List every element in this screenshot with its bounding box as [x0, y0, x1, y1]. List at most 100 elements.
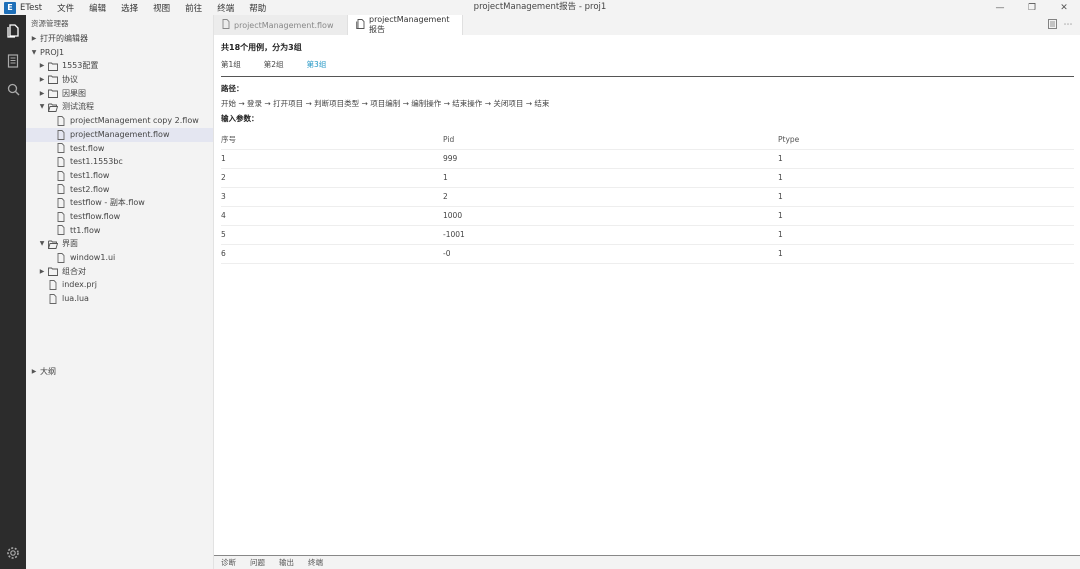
tree-file[interactable]: tt1.flow — [26, 224, 213, 238]
file-tree: ▶ 1553配置 ▶ 协议 ▶ 因果图 ▼ 测试流程 projectManagement cop… — [26, 59, 213, 305]
menu-go[interactable]: 前往 — [185, 2, 202, 14]
tree-item-label: test1.1553bc — [70, 157, 123, 167]
tree-item-label: lua.lua — [62, 294, 89, 304]
chevron-right-icon: ▶ — [39, 89, 45, 97]
more-actions-icon[interactable]: ⋯ — [1060, 20, 1076, 30]
folder-open-icon — [48, 102, 58, 112]
panel-tab-diagnostics[interactable]: 诊断 — [221, 557, 236, 568]
panel-tab-terminal[interactable]: 终端 — [308, 557, 323, 568]
menu-edit[interactable]: 编辑 — [89, 2, 106, 14]
tree-file[interactable]: testflow.flow — [26, 210, 213, 224]
column-header-ptype: Ptype — [778, 130, 1074, 150]
tab-projectmanagement-report[interactable]: projectManagement报告 — [348, 15, 463, 35]
tree-file[interactable]: test1.flow — [26, 169, 213, 183]
group-tab-2[interactable]: 第2组 — [264, 59, 284, 70]
table-body: 1 999 1 2 1 1 3 2 1 4 1000 1 5 -1001 1 6 -0 1 — [221, 149, 1074, 264]
search-icon[interactable] — [5, 81, 21, 97]
open-editors-label: 打开的编辑器 — [40, 34, 88, 43]
column-header-pid: Pid — [443, 130, 778, 150]
tree-item-label: test1.flow — [70, 170, 110, 180]
sidebar-title: 资源管理器 — [31, 19, 69, 28]
cell-pid: 999 — [443, 149, 778, 169]
tree-folder[interactable]: ▼ 界面 — [26, 237, 213, 251]
report-summary: 共18个用例，分为3组 — [221, 43, 302, 52]
cell-ptype: 1 — [778, 225, 1074, 245]
table-row: 5 -1001 1 — [221, 225, 1074, 245]
file-icon — [56, 184, 66, 195]
params-label: 输入参数： — [221, 114, 259, 123]
file-icon — [56, 170, 66, 181]
cell-index: 3 — [221, 187, 443, 207]
tree-file[interactable]: index.prj — [26, 278, 213, 292]
open-editors-section[interactable]: ▶ 打开的编辑器 — [26, 32, 213, 46]
folder-icon — [48, 75, 58, 85]
tree-file[interactable]: projectManagement.flow — [26, 127, 213, 142]
tree-file[interactable]: window1.ui — [26, 251, 213, 265]
tree-item-label: 界面 — [62, 239, 78, 249]
cell-index: 4 — [221, 206, 443, 226]
menu-file[interactable]: 文件 — [57, 2, 74, 14]
title-bar: E ETest 文件 编辑 选择 视图 前往 终端 帮助 projectMana… — [0, 0, 1080, 15]
path-label: 路径： — [221, 84, 244, 93]
file-icon — [222, 19, 230, 31]
group-tab-1[interactable]: 第1组 — [221, 59, 241, 70]
chevron-right-icon: ▶ — [39, 267, 45, 275]
cell-pid: 2 — [443, 187, 778, 207]
cell-ptype: 1 — [778, 168, 1074, 188]
tree-folder[interactable]: ▶ 组合对 — [26, 265, 213, 279]
folder-open-icon — [48, 239, 58, 249]
file-icon — [56, 225, 66, 236]
cell-index: 6 — [221, 244, 443, 264]
chevron-right-icon: ▶ — [31, 368, 37, 375]
project-section[interactable]: ▼ PROJ1 — [26, 46, 213, 60]
menu-view[interactable]: 视图 — [153, 2, 170, 14]
tree-file[interactable]: projectManagement copy 2.flow — [26, 114, 213, 128]
close-button[interactable]: ✕ — [1048, 0, 1080, 15]
folder-icon — [48, 89, 58, 99]
explorer-icon[interactable] — [5, 23, 21, 39]
tab-bar: projectManagement.flow projectManagement… — [214, 15, 1080, 35]
tree-item-label: 组合对 — [62, 266, 86, 276]
tree-file[interactable]: lua.lua — [26, 292, 213, 306]
table-header-row: 序号 Pid Ptype — [221, 130, 1074, 150]
menu-help[interactable]: 帮助 — [249, 2, 266, 14]
divider — [221, 76, 1074, 77]
restore-button[interactable]: ❐ — [1016, 0, 1048, 15]
panel-tab-problems[interactable]: 问题 — [250, 557, 265, 568]
menu-selection[interactable]: 选择 — [121, 2, 138, 14]
chevron-down-icon: ▼ — [31, 48, 37, 56]
tree-folder[interactable]: ▶ 因果图 — [26, 87, 213, 101]
group-tab-3[interactable]: 第3组 — [307, 59, 327, 70]
project-label: PROJ1 — [40, 47, 65, 57]
cell-pid: 1 — [443, 168, 778, 188]
file-icon — [56, 143, 66, 154]
tree-file[interactable]: test.flow — [26, 142, 213, 156]
column-header-index: 序号 — [221, 130, 443, 150]
settings-gear-icon[interactable] — [5, 545, 21, 561]
cell-ptype: 1 — [778, 206, 1074, 226]
menu-app-name[interactable]: ETest — [20, 3, 42, 13]
tab-label: projectManagement报告 — [369, 15, 450, 34]
menu-terminal[interactable]: 终端 — [217, 2, 234, 14]
cell-ptype: 1 — [778, 244, 1074, 264]
file-icon — [56, 116, 66, 126]
tree-file[interactable]: testflow - 副本.flow — [26, 196, 213, 210]
folder-icon — [48, 267, 58, 277]
tree-file[interactable]: test2.flow — [26, 183, 213, 197]
report-icon[interactable] — [5, 53, 21, 69]
tree-item-label: index.prj — [62, 280, 98, 290]
group-tabs: 第1组 第2组 第3组 — [221, 56, 1074, 72]
outline-section[interactable]: ▶ 大纲 — [26, 365, 213, 379]
tree-folder[interactable]: ▶ 1553配置 — [26, 59, 213, 73]
panel-tab-output[interactable]: 输出 — [279, 557, 294, 568]
tree-folder[interactable]: ▼ 测试流程 — [26, 100, 213, 114]
tab-projectmanagement-flow[interactable]: projectManagement.flow — [214, 15, 348, 35]
tree-file[interactable]: test1.1553bc — [26, 155, 213, 169]
tree-folder[interactable]: ▶ 协议 — [26, 73, 213, 87]
cell-index: 1 — [221, 149, 443, 169]
minimize-button[interactable]: — — [984, 0, 1016, 15]
file-icon — [48, 293, 58, 304]
tree-item-label: testflow - 副本.flow — [70, 198, 145, 208]
cell-index: 5 — [221, 225, 443, 245]
open-preview-icon[interactable] — [1044, 18, 1060, 32]
